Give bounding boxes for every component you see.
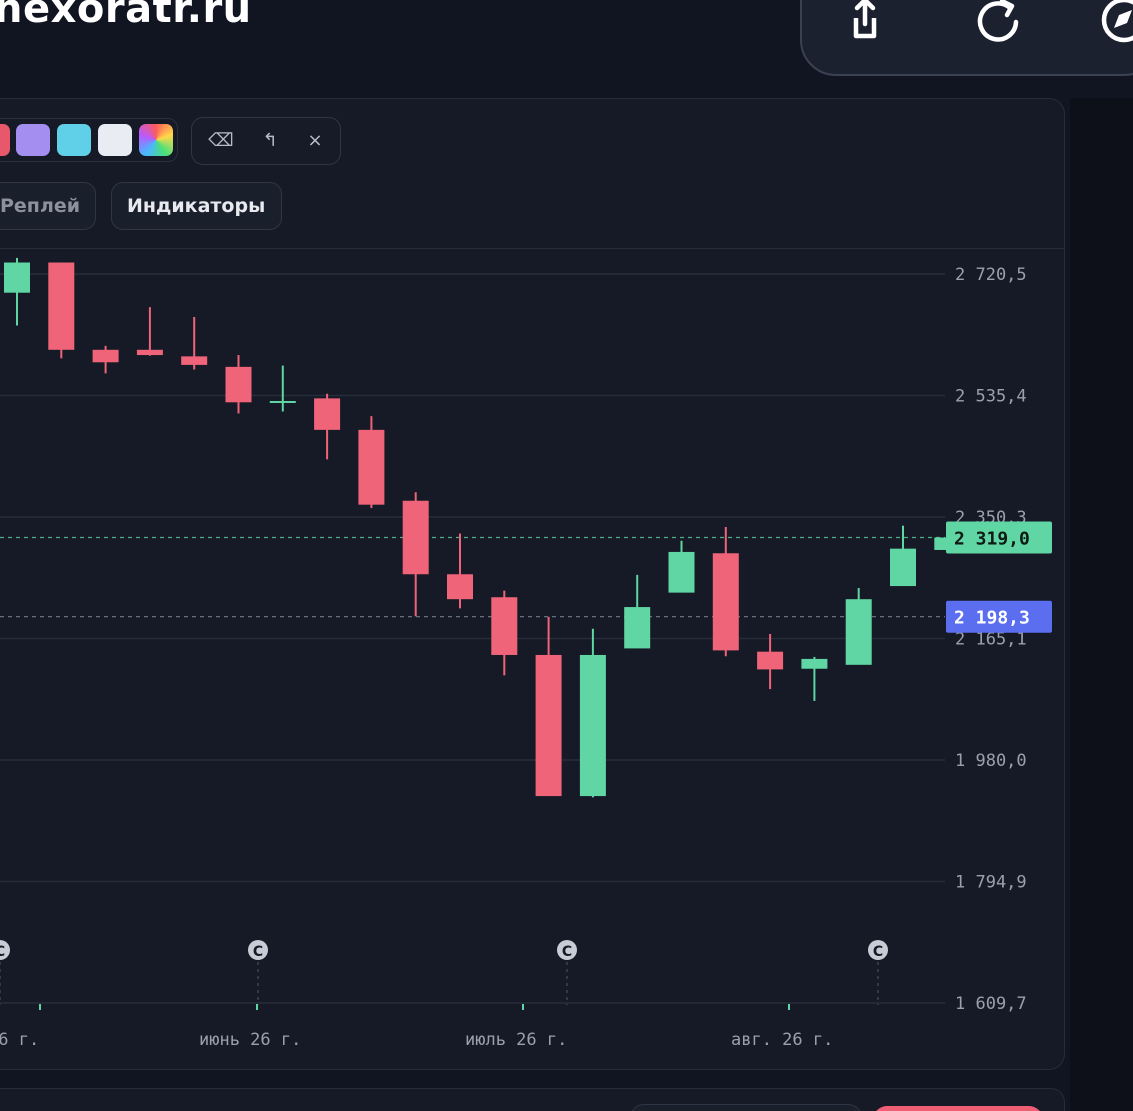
candle bbox=[4, 257, 30, 326]
candle bbox=[801, 656, 828, 701]
candle bbox=[757, 633, 784, 690]
event-marker-label: C bbox=[0, 944, 5, 960]
event-marker-label: C bbox=[873, 944, 883, 960]
candle bbox=[225, 355, 252, 414]
candle bbox=[579, 628, 606, 798]
candle-body bbox=[890, 548, 916, 587]
app-page: nexoratr.ru ⌫ ↰ × Реплей Индикаторы 2 72… bbox=[0, 0, 1133, 1111]
candle-body bbox=[358, 429, 385, 505]
candle-body bbox=[712, 553, 739, 651]
candle-body bbox=[579, 654, 606, 797]
x-axis-label: авг. 26 г. bbox=[731, 1030, 833, 1050]
candle-body bbox=[314, 398, 341, 430]
candle-body bbox=[845, 599, 872, 665]
candle-body bbox=[757, 651, 784, 670]
candle bbox=[92, 345, 119, 374]
candle-body bbox=[225, 366, 252, 403]
candle bbox=[48, 262, 75, 359]
candle bbox=[447, 533, 473, 609]
candlestick-chart[interactable]: 2 720,52 535,42 350,32 165,11 980,01 794… bbox=[0, 0, 1133, 1111]
candle bbox=[845, 588, 872, 665]
candle-body bbox=[491, 597, 518, 655]
y-axis-label: 2 535,4 bbox=[955, 386, 1027, 406]
candle bbox=[491, 590, 518, 676]
candle-body bbox=[624, 607, 651, 649]
event-marker-label: C bbox=[562, 944, 572, 960]
bottom-action-button[interactable] bbox=[873, 1106, 1043, 1111]
candle bbox=[269, 365, 296, 412]
candle-body bbox=[136, 349, 163, 356]
candle-body bbox=[668, 551, 695, 593]
candle-body bbox=[535, 654, 562, 797]
candle bbox=[535, 616, 562, 797]
y-axis-label: 2 720,5 bbox=[955, 265, 1027, 285]
candle-body bbox=[4, 262, 30, 293]
candle bbox=[358, 416, 385, 508]
candle-body bbox=[92, 349, 119, 363]
x-axis-label: июль 26 г. bbox=[465, 1030, 567, 1050]
candle bbox=[624, 574, 651, 649]
candle bbox=[402, 492, 429, 617]
candle bbox=[181, 316, 208, 370]
candle-body bbox=[801, 658, 828, 669]
candle bbox=[712, 526, 739, 657]
candle-body bbox=[181, 356, 208, 365]
candle-body bbox=[402, 500, 429, 575]
y-axis-label: 1 980,0 bbox=[955, 751, 1027, 771]
last-price-tag-label: 2 319,0 bbox=[954, 528, 1030, 549]
candle bbox=[890, 525, 916, 587]
x-axis-label: 26 г. bbox=[0, 1030, 39, 1050]
y-axis-label: 1 794,9 bbox=[955, 872, 1027, 892]
event-marker-label: C bbox=[253, 944, 263, 960]
bottom-chip[interactable] bbox=[630, 1104, 862, 1111]
candle-body bbox=[269, 400, 296, 403]
candle bbox=[136, 307, 163, 356]
candle-body bbox=[447, 574, 473, 600]
candle-body bbox=[48, 262, 75, 350]
crosshair-price-tag-label: 2 198,3 bbox=[954, 608, 1030, 629]
candle bbox=[668, 540, 695, 593]
x-axis-label: июнь 26 г. bbox=[199, 1030, 301, 1050]
candle bbox=[314, 393, 341, 460]
y-axis-label: 1 609,7 bbox=[955, 994, 1027, 1014]
